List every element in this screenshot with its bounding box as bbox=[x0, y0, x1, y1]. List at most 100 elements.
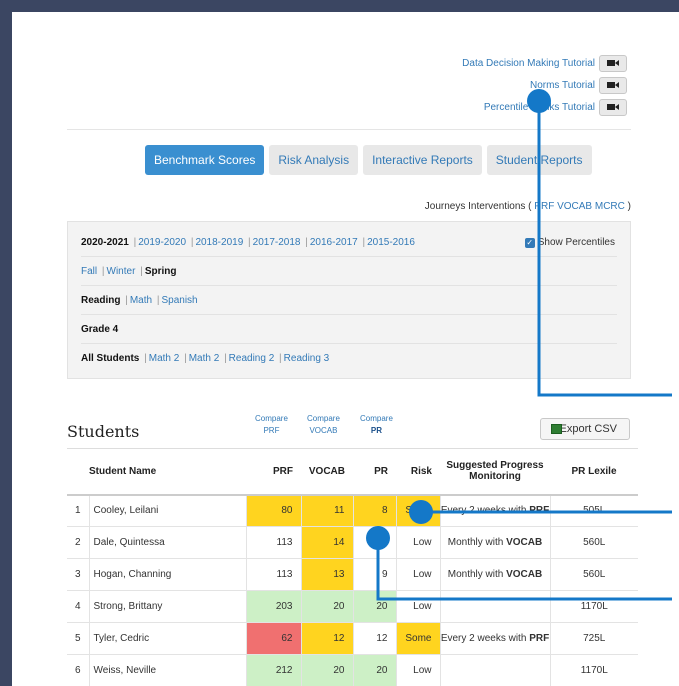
pr-score: 12 bbox=[352, 622, 396, 655]
season-option[interactable]: Winter bbox=[107, 266, 136, 277]
prf-score: 80 bbox=[245, 494, 301, 527]
subject-option[interactable]: Math bbox=[130, 295, 152, 306]
compare-vocab-link[interactable]: Compare VOCAB bbox=[307, 413, 340, 437]
pr-score: 8 bbox=[352, 494, 396, 527]
vocab-score: 12 bbox=[300, 622, 353, 655]
tab-interactive-reports[interactable]: Interactive Reports bbox=[363, 145, 482, 175]
table-row: 3 Hogan, Channing 113 13 9 Low Monthly with VO… bbox=[67, 558, 638, 591]
year-selected: 2020-2021 bbox=[81, 237, 129, 248]
pr-score: 9 bbox=[352, 558, 396, 591]
video-camera-icon[interactable] bbox=[599, 54, 627, 72]
tab-student-reports[interactable]: Student Reports bbox=[486, 145, 592, 175]
divider bbox=[67, 129, 631, 130]
year-option[interactable]: 2019-2020 bbox=[138, 237, 186, 248]
tab-risk-analysis[interactable]: Risk Analysis bbox=[269, 145, 359, 175]
report-tabs: Benchmark Scores Risk Analysis Interacti… bbox=[145, 145, 597, 175]
group-option[interactable]: Reading 3 bbox=[284, 353, 330, 364]
tab-benchmark-scores[interactable]: Benchmark Scores bbox=[145, 145, 265, 175]
journeys-label: Journeys Interventions ( bbox=[424, 201, 532, 212]
col-vocab[interactable]: VOCAB bbox=[301, 448, 353, 496]
monitoring-text: Every 2 weeks with bbox=[440, 633, 530, 644]
journeys-mcrc-link[interactable]: MCRC bbox=[595, 201, 625, 212]
export-csv-button[interactable]: Export CSV bbox=[540, 418, 630, 440]
year-option[interactable]: 2018-2019 bbox=[195, 237, 243, 248]
percentile-ranks-tutorial-link[interactable]: Percentile Ranks Tutorial bbox=[484, 102, 595, 113]
compare-pr-link[interactable]: Compare PR bbox=[360, 413, 393, 437]
vocab-score: 13 bbox=[300, 558, 353, 591]
risk-level: Low bbox=[395, 590, 440, 623]
risk-level: Low bbox=[395, 558, 440, 591]
pr-lexile: 725L bbox=[549, 622, 638, 655]
group-option[interactable]: Math 2 bbox=[149, 353, 180, 364]
journeys-vocab-link[interactable]: VOCAB bbox=[557, 201, 592, 212]
row-number: 1 bbox=[67, 494, 89, 527]
year-option[interactable]: 2016-2017 bbox=[310, 237, 358, 248]
monitoring-measure: PRF bbox=[529, 633, 550, 644]
pr-lexile: 560L bbox=[549, 526, 638, 559]
vocab-score: 20 bbox=[300, 654, 353, 686]
monitoring-measure: PRF bbox=[529, 505, 550, 517]
video-camera-icon[interactable] bbox=[599, 98, 627, 116]
monitoring-text: Monthly with bbox=[447, 537, 507, 548]
journeys-prf-link[interactable]: PRF bbox=[534, 201, 554, 212]
col-student-name[interactable]: Student Name bbox=[89, 448, 246, 496]
compare-prf-link[interactable]: Compare PRF bbox=[255, 413, 288, 437]
group-option[interactable]: Math 2 bbox=[189, 353, 220, 364]
col-pr[interactable]: PR bbox=[353, 448, 396, 496]
filter-panel: 2020-2021 | 2019-2020 | 2018-2019 | 2017-20… bbox=[67, 221, 631, 379]
table-row: 6 Weiss, Neville 212 20 20 Low 1170L bbox=[67, 654, 638, 686]
student-name[interactable]: Dale, Quintessa bbox=[88, 526, 246, 559]
season-filter-row: Fall | Winter | Spring bbox=[81, 257, 617, 286]
row-number: 5 bbox=[67, 622, 89, 655]
prf-score: 203 bbox=[245, 590, 301, 623]
monitoring-text: Every 2 weeks with bbox=[440, 505, 530, 517]
group-filter-row: All Students | Math 2 | Math 2 | Reading 2 … bbox=[81, 353, 330, 364]
season-option[interactable]: Fall bbox=[81, 266, 97, 277]
suggested-monitoring: Monthly with VOCAB bbox=[439, 558, 550, 591]
student-name[interactable]: Weiss, Neville bbox=[88, 654, 246, 686]
subject-selected: Reading bbox=[81, 295, 121, 306]
tutorial-links: Data Decision Making Tutorial Norms Tuto… bbox=[462, 52, 627, 118]
suggested-monitoring: Monthly with VOCAB bbox=[439, 526, 550, 559]
col-risk[interactable]: Risk bbox=[396, 448, 440, 496]
students-heading: Students bbox=[67, 422, 140, 441]
pr-lexile: 560L bbox=[549, 558, 638, 591]
table-row: 4 Strong, Brittany 203 20 20 Low 1170L bbox=[67, 590, 638, 623]
year-option[interactable]: 2015-2016 bbox=[367, 237, 415, 248]
video-camera-icon[interactable] bbox=[599, 76, 627, 94]
group-option[interactable]: Reading 2 bbox=[229, 353, 275, 364]
student-name[interactable]: Tyler, Cedric bbox=[88, 622, 246, 655]
student-name[interactable]: Hogan, Channing bbox=[88, 558, 246, 591]
grade-filter-row: Grade 4 bbox=[81, 315, 617, 344]
col-pr-lexile[interactable]: PR Lexile bbox=[550, 448, 638, 496]
student-name[interactable]: Strong, Brittany bbox=[88, 590, 246, 623]
vocab-score: 14 bbox=[300, 526, 353, 559]
student-name[interactable]: Cooley, Leilani bbox=[88, 494, 246, 527]
grade-selected: Grade 4 bbox=[81, 324, 119, 335]
year-option[interactable]: 2017-2018 bbox=[253, 237, 301, 248]
checkbox-checked-icon[interactable]: ✓ bbox=[524, 237, 535, 248]
risk-level: Some bbox=[395, 622, 440, 655]
col-suggested-monitoring[interactable]: Suggested Progress Monitoring bbox=[440, 448, 550, 496]
suggested-monitoring: Every 2 weeks with PRF bbox=[439, 622, 550, 655]
journeys-suffix: ) bbox=[627, 201, 631, 212]
table-row: 2 Dale, Quintessa 113 14 9 Low Monthly with VO… bbox=[67, 526, 638, 559]
season-selected: Spring bbox=[144, 266, 177, 277]
prf-score: 212 bbox=[245, 654, 301, 686]
group-selected: All Students bbox=[81, 353, 140, 364]
data-decision-tutorial-link[interactable]: Data Decision Making Tutorial bbox=[462, 58, 595, 69]
spreadsheet-icon bbox=[551, 424, 562, 434]
show-percentiles-toggle[interactable]: ✓ Show Percentiles bbox=[524, 228, 615, 257]
year-filter-row: 2020-2021 | 2019-2020 | 2018-2019 | 2017-20… bbox=[81, 228, 617, 257]
norms-tutorial-link[interactable]: Norms Tutorial bbox=[530, 80, 595, 91]
table-row: 1 Cooley, Leilani 80 11 8 Some Every 2 weeks w… bbox=[67, 494, 638, 527]
suggested-monitoring bbox=[439, 590, 550, 623]
subject-option[interactable]: Spanish bbox=[161, 295, 197, 306]
risk-level: Low bbox=[395, 654, 440, 686]
show-percentiles-label: Show Percentiles bbox=[537, 237, 615, 248]
students-table: Student Name PRF VOCAB PR Risk Suggested… bbox=[67, 448, 638, 686]
page: Data Decision Making Tutorial Norms Tuto… bbox=[12, 12, 679, 686]
col-prf[interactable]: PRF bbox=[246, 448, 301, 496]
pr-lexile: 1170L bbox=[549, 654, 638, 686]
row-number: 6 bbox=[67, 654, 89, 686]
